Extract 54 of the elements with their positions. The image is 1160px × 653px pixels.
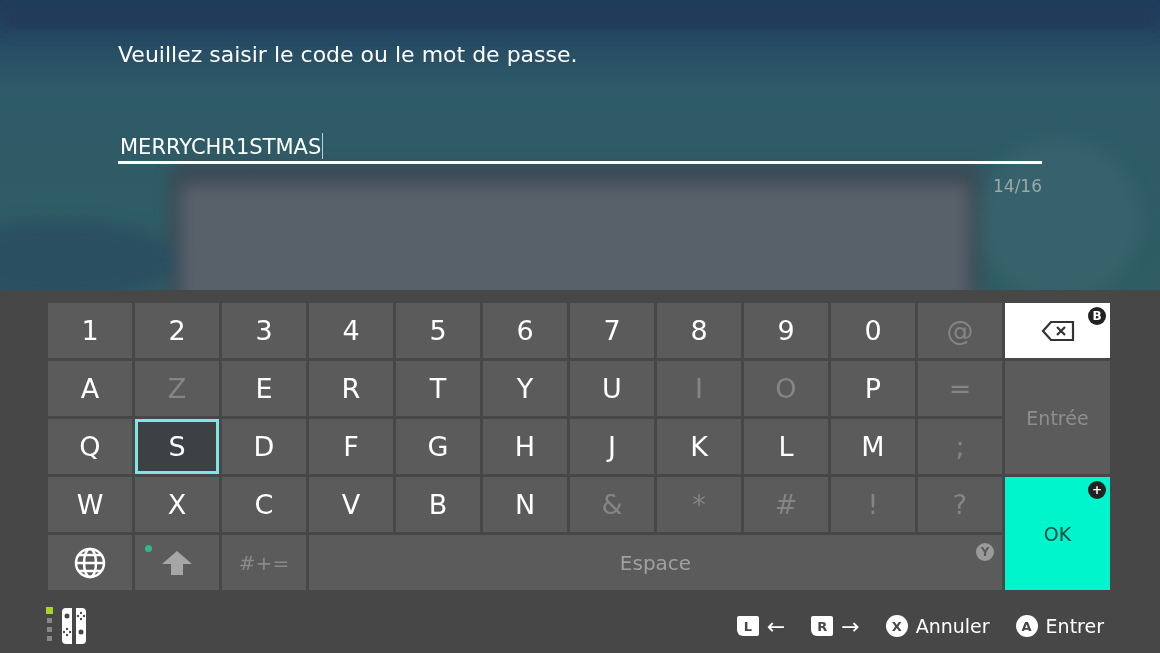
keyboard-key[interactable]: 7 (570, 303, 654, 358)
y-button-badge: Y (976, 543, 994, 561)
globe-button[interactable] (48, 535, 132, 590)
ok-button[interactable]: OK + (1005, 477, 1110, 590)
keyboard-key[interactable]: T (396, 361, 480, 416)
keyboard-key[interactable]: X (135, 477, 219, 532)
keyboard-key[interactable]: M (831, 419, 915, 474)
keyboard-key[interactable]: H (483, 419, 567, 474)
face-button-badge: X (885, 615, 908, 637)
keyboard-key[interactable]: U (570, 361, 654, 416)
keyboard-key[interactable]: 3 (222, 303, 306, 358)
keyboard-key[interactable]: S (135, 419, 219, 474)
keyboard-key[interactable]: 8 (657, 303, 741, 358)
keyboard-key[interactable]: L (744, 419, 828, 474)
backspace-icon (1040, 319, 1075, 342)
keyboard-key[interactable]: Y (483, 361, 567, 416)
arrow-icon: ← (766, 613, 786, 639)
keyboard-key[interactable]: D (222, 419, 306, 474)
backspace-button[interactable]: B (1005, 303, 1110, 358)
keyboard-key[interactable]: V (309, 477, 393, 532)
hint-label: Entrer (1045, 615, 1104, 637)
keyboard-key[interactable]: 1 (48, 303, 132, 358)
keyboard-key[interactable]: W (48, 477, 132, 532)
keyboard-key[interactable]: B (396, 477, 480, 532)
shift-button[interactable] (135, 535, 219, 590)
keyboard-key[interactable]: 4 (309, 303, 393, 358)
shoulder-button-badge: L (736, 616, 759, 636)
up-arrow-icon (161, 549, 193, 576)
character-counter: 14/16 (993, 176, 1042, 196)
keyboard-key[interactable]: K (657, 419, 741, 474)
keyboard-key[interactable]: 2 (135, 303, 219, 358)
plus-button-badge: + (1088, 481, 1106, 499)
keyboard-key[interactable]: 0 (831, 303, 915, 358)
keyboard-key[interactable]: J (570, 419, 654, 474)
keyboard-key[interactable]: Q (48, 419, 132, 474)
code-input-field[interactable]: MERRYCHR1STMAS (118, 129, 1042, 164)
keyboard-key[interactable]: G (396, 419, 480, 474)
shoulder-button-badge: R (811, 616, 834, 636)
keyboard-key[interactable]: 9 (744, 303, 828, 358)
keyboard-key[interactable]: E (222, 361, 306, 416)
keyboard-key[interactable]: C (222, 477, 306, 532)
b-button-badge: B (1088, 307, 1106, 325)
globe-icon (73, 545, 107, 580)
prompt-text: Veuillez saisir le code ou le mot de passe. (118, 42, 578, 67)
keyboard-key[interactable]: F (309, 419, 393, 474)
face-button-badge: A (1015, 615, 1038, 637)
hint-label: Annuler (915, 615, 990, 637)
keyboard-key[interactable]: N (483, 477, 567, 532)
keyboard-key[interactable]: 6 (483, 303, 567, 358)
keyboard-key[interactable]: 5 (396, 303, 480, 358)
keyboard-key[interactable]: A (48, 361, 132, 416)
keyboard-key[interactable]: R (309, 361, 393, 416)
keyboard-key[interactable]: P (831, 361, 915, 416)
arrow-icon: → (841, 613, 860, 639)
